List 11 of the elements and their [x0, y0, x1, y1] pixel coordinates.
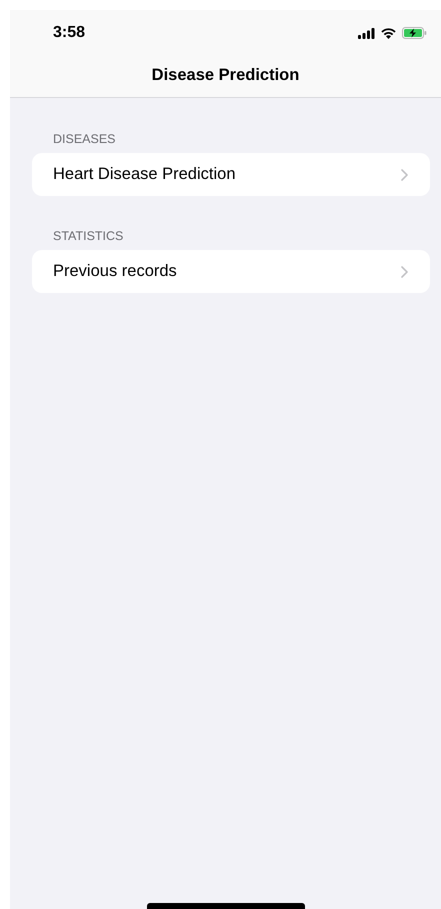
signal-icon [358, 28, 375, 38]
chevron-icon [401, 266, 408, 278]
wifi-icon [381, 28, 396, 38]
section-header: STATISTICS [52, 228, 124, 245]
section-header: DISEASES [52, 131, 117, 148]
battery-icon [402, 27, 427, 39]
list-item[interactable]: Previous records [32, 250, 430, 293]
list-item[interactable]: Heart Disease Prediction [32, 153, 430, 196]
nav-title: Disease Prediction [152, 66, 300, 85]
status-time: 3:58 [53, 24, 86, 42]
chevron-icon [401, 168, 408, 180]
